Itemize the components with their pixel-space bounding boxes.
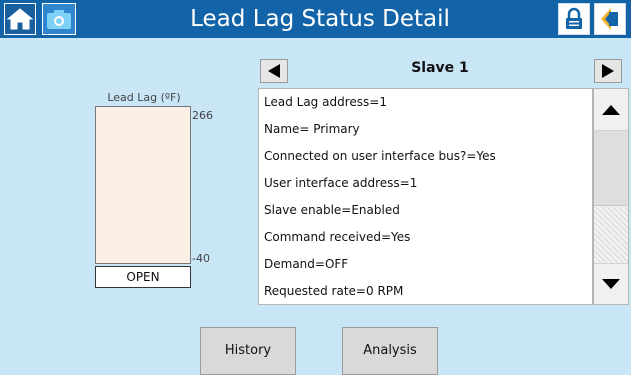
next-slave-button[interactable] bbox=[594, 59, 622, 83]
previous-slave-button[interactable] bbox=[260, 59, 288, 83]
scroll-thumb[interactable] bbox=[594, 131, 628, 206]
list-item[interactable]: User interface address=1 bbox=[259, 170, 592, 197]
gauge-max-value: 266 bbox=[192, 109, 213, 122]
history-button[interactable]: History bbox=[200, 327, 296, 375]
back-icon bbox=[601, 8, 618, 30]
list-item[interactable]: Connected on user interface bus?=Yes bbox=[259, 143, 592, 170]
analysis-button[interactable]: Analysis bbox=[342, 327, 438, 375]
list-scrollbar[interactable] bbox=[593, 88, 629, 305]
status-list: Lead Lag address=1 Name= Primary Connect… bbox=[258, 88, 593, 305]
camera-icon bbox=[47, 10, 71, 29]
list-item[interactable]: Name= Primary bbox=[259, 116, 592, 143]
slave-title: Slave 1 bbox=[411, 60, 469, 76]
back-button[interactable] bbox=[594, 3, 626, 35]
gauge-status: OPEN bbox=[95, 266, 191, 288]
scroll-track[interactable] bbox=[594, 207, 628, 263]
lead-lag-gauge bbox=[95, 106, 191, 264]
list-item[interactable]: Slave enable=Enabled bbox=[259, 197, 592, 224]
list-item[interactable]: Lead Lag address=1 bbox=[259, 89, 592, 116]
camera-button[interactable] bbox=[42, 3, 76, 35]
gauge-label: Lead Lag (ºF) bbox=[107, 91, 181, 104]
list-item[interactable]: Demand=OFF bbox=[259, 251, 592, 278]
title-bar: Lead Lag Status Detail bbox=[0, 0, 631, 38]
triangle-down-icon bbox=[602, 279, 620, 289]
gauge-min-value: -40 bbox=[192, 252, 210, 265]
list-item[interactable]: Requested rate=0 RPM bbox=[259, 278, 592, 304]
lock-button[interactable] bbox=[558, 3, 590, 35]
home-icon bbox=[7, 8, 33, 30]
lock-icon bbox=[566, 7, 582, 29]
home-button[interactable] bbox=[4, 3, 36, 35]
triangle-left-icon bbox=[268, 64, 280, 78]
page-title: Lead Lag Status Detail bbox=[190, 6, 450, 32]
triangle-up-icon bbox=[602, 104, 620, 115]
triangle-right-icon bbox=[602, 64, 614, 78]
list-item[interactable]: Command received=Yes bbox=[259, 224, 592, 251]
scroll-up-button[interactable] bbox=[594, 89, 628, 131]
scroll-down-button[interactable] bbox=[594, 263, 628, 304]
